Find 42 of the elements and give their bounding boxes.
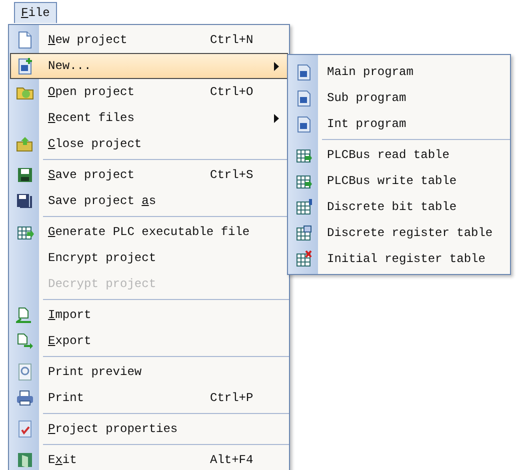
menu-item[interactable]: Save project Ctrl+S [10, 162, 288, 188]
menu-item[interactable]: Open project Ctrl+O [10, 79, 288, 105]
print-preview-icon [16, 363, 34, 381]
menu-item[interactable]: Generate PLC executable file [10, 219, 288, 245]
export-icon [16, 332, 34, 350]
printer-icon [16, 389, 34, 407]
document-icon [295, 89, 313, 107]
folder-arrow-icon [16, 135, 34, 153]
exit-door-icon [16, 451, 34, 469]
table-icon [295, 224, 313, 242]
menu-item[interactable]: Main program [289, 59, 509, 85]
table-icon [295, 250, 313, 268]
menu-item[interactable]: Import [10, 302, 288, 328]
menu-item[interactable]: Print preview [10, 359, 288, 385]
checklist-icon [16, 420, 34, 438]
menu-item[interactable]: New... [10, 53, 288, 79]
document-icon [295, 63, 313, 81]
menu-item[interactable]: Exit Alt+F4 [10, 447, 288, 470]
menu-item[interactable]: Int program [289, 111, 509, 137]
menu-item[interactable]: Close project [10, 131, 288, 157]
floppy-disk-icon [16, 192, 34, 210]
menu-item[interactable]: Export [10, 328, 288, 354]
menu-item[interactable]: PLCBus read table [289, 142, 509, 168]
table-icon [295, 198, 313, 216]
document-icon [16, 31, 34, 49]
menu-item[interactable]: Save project as [10, 188, 288, 214]
menu-item[interactable]: Initial register table [289, 246, 509, 272]
menu-item[interactable]: Recent files [10, 105, 288, 131]
document-plus-icon [16, 57, 34, 75]
submenu-arrow-icon [274, 62, 279, 70]
menu-item[interactable]: PLCBus write table [289, 168, 509, 194]
menu-title[interactable]: File [14, 2, 57, 23]
menu-item[interactable]: Encrypt project [10, 245, 288, 271]
menu-item[interactable]: Print Ctrl+P [10, 385, 288, 411]
import-icon [16, 306, 34, 324]
menu-item[interactable]: Discrete bit table [289, 194, 509, 220]
menu-item[interactable]: Discrete register table [289, 220, 509, 246]
menu-item[interactable]: New project Ctrl+N [10, 27, 288, 53]
submenu-arrow-icon [274, 114, 279, 122]
menu-item[interactable]: Sub program [289, 85, 509, 111]
menu-item[interactable]: Project properties [10, 416, 288, 442]
document-icon [295, 115, 313, 133]
